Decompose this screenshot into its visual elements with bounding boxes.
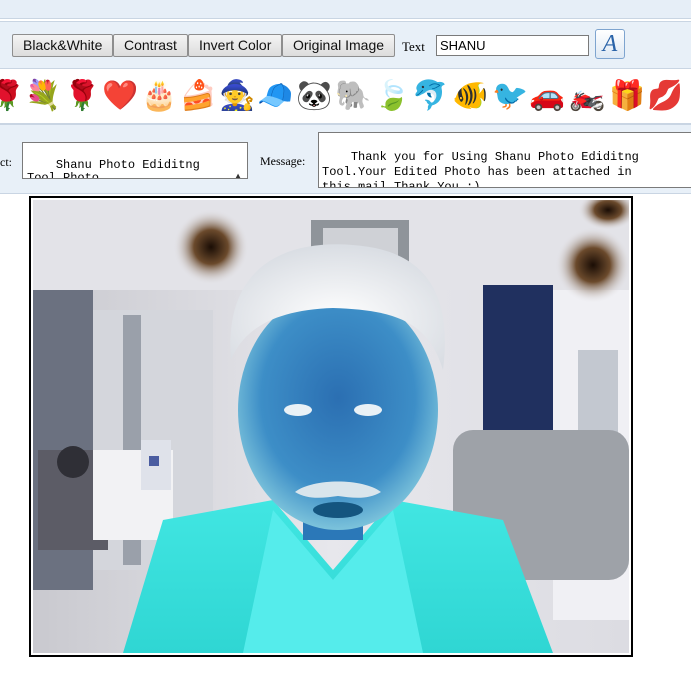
photo-canvas-frame [29,196,633,657]
message-textarea[interactable]: Thank you for Using Shanu Photo Ediditng… [318,132,691,188]
rose-icon[interactable]: 🌹 [0,77,26,115]
heart-icon[interactable]: ❤️ [101,77,139,115]
flower-bouquet-icon[interactable]: 💐 [24,77,62,115]
message-text: Thank you for Using Shanu Photo Ediditng… [322,150,639,188]
gift-icon[interactable]: 🎁 [608,77,646,115]
message-label: Message: [260,154,306,168]
leaf-icon[interactable]: 🍃 [373,77,411,115]
cake-icon[interactable]: 🍰 [179,77,217,115]
bird-icon[interactable]: 🐦 [491,77,529,115]
subject-textarea[interactable]: Shanu Photo Ediditng Tool Photo ▲ ▼ [22,142,248,179]
contrast-button[interactable]: Contrast [113,34,188,57]
birthday-cake-icon[interactable]: 🎂 [140,77,178,115]
chevron-up-icon[interactable]: ▲ [230,170,246,178]
black-white-button[interactable]: Black&White [12,34,114,57]
subject-label: ct: [0,155,12,169]
original-image-button[interactable]: Original Image [282,34,396,57]
dolphin-icon[interactable]: 🐬 [411,77,449,115]
red-rose-icon[interactable]: 🌹 [63,77,101,115]
wizard-hat-icon[interactable]: 🧙 [218,77,256,115]
invert-color-button[interactable]: Invert Color [188,34,283,57]
subject-scroll-arrows[interactable]: ▲ ▼ [230,144,246,178]
text-input[interactable] [436,35,589,56]
font-style-button[interactable]: A [595,29,625,59]
mail-form: ct: Shanu Photo Ediditng Tool Photo ▲ ▼ … [0,124,691,194]
sticker-row: 🌹 💐 🌹 ❤️ 🎂 🍰 🧙 🧢 🐼 🐘 🍃 🐬 🐠 🐦 🚗 🏍️ 🎁 💋 [0,69,691,124]
motorbike-icon[interactable]: 🏍️ [568,77,606,115]
subject-text: Shanu Photo Ediditng Tool Photo [27,158,200,179]
car-icon[interactable]: 🚗 [528,77,566,115]
text-label: Text [402,39,425,54]
edited-photo[interactable] [33,200,629,653]
lips-icon[interactable]: 💋 [646,77,684,115]
top-strip [0,0,691,19]
panda-icon[interactable]: 🐼 [295,77,333,115]
cap-icon[interactable]: 🧢 [256,77,294,115]
fish-icon[interactable]: 🐠 [451,77,489,115]
elephant-icon[interactable]: 🐘 [334,77,372,115]
effects-toolbar: Black&White Contrast Invert Color Origin… [0,21,691,69]
